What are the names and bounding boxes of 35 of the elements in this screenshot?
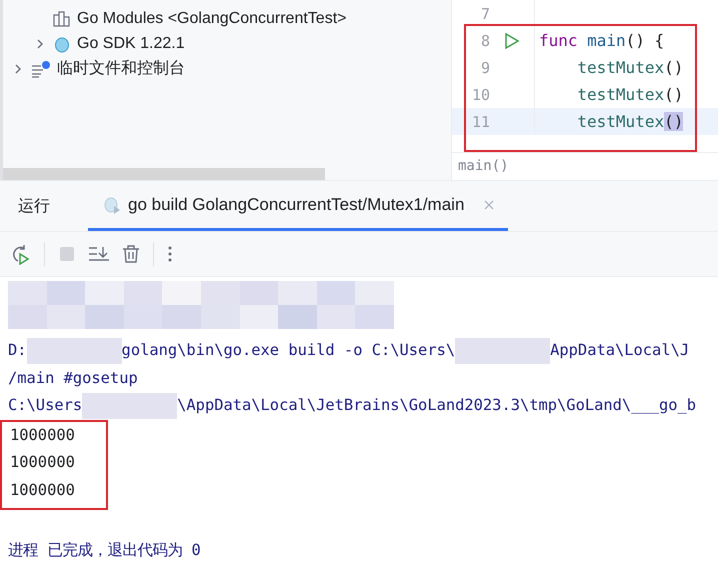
columns-icon [53,10,71,26]
console-text: 1000000 [10,424,75,446]
code-line: testMutex() [576,58,684,77]
panel-title: 运行 [17,196,51,216]
code-line: testMutex() [576,85,684,104]
scrollbar[interactable] [3,168,325,180]
console-text: 1000000 [10,480,75,500]
tree-item-label[interactable]: Go Modules <GolangConcurrentTest> [77,10,346,28]
console-text: AppData\Local\J [550,340,690,361]
stop-icon [58,245,76,263]
bubble-run-icon [102,194,122,214]
line-number: 10 [470,86,490,104]
console-text: 进程 已完成，退出代码为 0 [8,540,201,561]
console-text: D: [8,340,27,361]
console-text: 1000000 [10,452,75,473]
console-text: /main #gosetup [8,368,138,388]
console-text: C:\Users [8,395,82,416]
more-icon [167,244,173,264]
run-icon[interactable] [504,32,520,50]
tree-item-label[interactable]: Go SDK 1.22.1 [77,34,185,52]
code-line: func main() { [539,31,664,50]
breadcrumb[interactable]: main() [452,152,718,180]
trash-icon [122,244,140,264]
chevron-icon[interactable] [13,62,23,74]
code-line: testMutex() [576,112,684,131]
line-number: 7 [480,4,490,22]
line-number: 9 [480,58,490,76]
line-number: 8 [480,32,490,50]
bubble-icon [53,34,71,52]
line-number: 11 [470,112,490,130]
console-text: \AppData\Local\JetBrains\GoLand2023.3\tmp\GoLand\___go_b [177,395,696,416]
console-text: golang\bin\go.exe build -o C:\Users\ [122,340,456,361]
list-clock-icon [31,60,51,78]
tree-item-label[interactable]: 临时文件和控制台 [57,58,185,79]
chevron-icon[interactable] [35,38,45,50]
